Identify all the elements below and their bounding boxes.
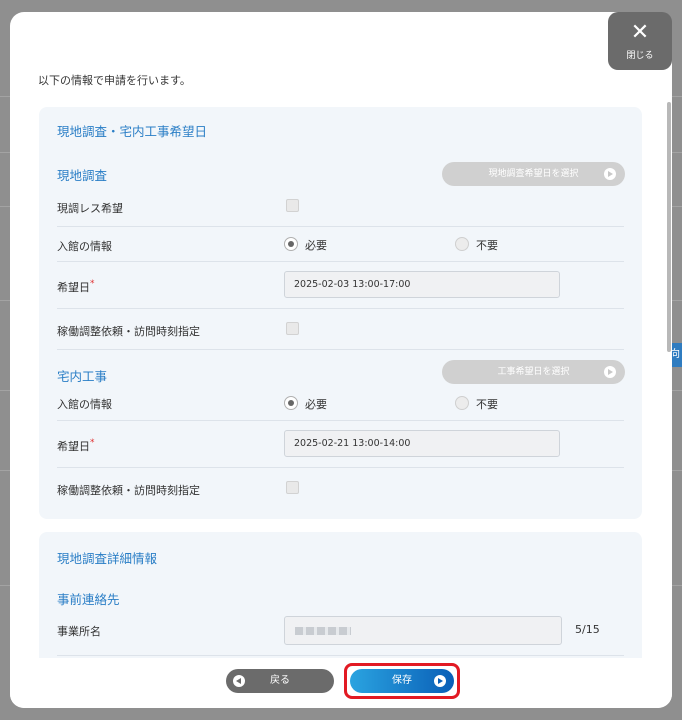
- row-divider: [57, 467, 624, 468]
- select-construction-date-button[interactable]: 工事希望日を選択: [442, 360, 625, 384]
- construction-adjust-checkbox[interactable]: [286, 481, 299, 494]
- intro-text: 以下の情報で申請を行います。: [38, 74, 191, 87]
- survey-title: 現地調査: [57, 168, 108, 183]
- row-divider: [57, 655, 624, 656]
- masked-value: [295, 627, 351, 635]
- required-mark: *: [90, 279, 95, 289]
- scrollbar[interactable]: [667, 102, 671, 352]
- select-survey-date-button[interactable]: 現地調査希望日を選択: [442, 162, 625, 186]
- construction-entry-required-radio[interactable]: [284, 396, 298, 410]
- office-name-field[interactable]: [284, 616, 562, 645]
- survey-date-label-text: 希望日: [57, 281, 90, 294]
- construction-entry-required-label: 必要: [305, 398, 327, 411]
- construction-title: 宅内工事: [57, 369, 108, 384]
- close-icon: ✕: [630, 20, 650, 45]
- construction-date-field[interactable]: 2025-02-21 13:00-14:00: [284, 430, 560, 457]
- survey-adjust-label: 稼働調整依頼・訪問時刻指定: [57, 325, 200, 338]
- construction-date-label-text: 希望日: [57, 440, 90, 453]
- application-modal: 以下の情報で申請を行います。 現地調査・宅内工事希望日 現地調査 現地調査希望日…: [10, 12, 672, 708]
- construction-entry-not-required-radio[interactable]: [455, 396, 469, 410]
- survey-detail-section: 現地調査詳細情報 事前連絡先 事業所名 5/15: [39, 532, 642, 658]
- survey-entry-required-radio[interactable]: [284, 237, 298, 251]
- back-arrow-icon: [233, 675, 245, 687]
- survey-entry-not-required-label: 不要: [476, 239, 498, 252]
- play-icon: [434, 675, 446, 687]
- row-divider: [57, 308, 624, 309]
- select-survey-date-label: 現地調査希望日を選択: [488, 169, 579, 179]
- back-button-label: 戻る: [270, 675, 290, 686]
- schedule-section-title: 現地調査・宅内工事希望日: [57, 124, 208, 139]
- no-survey-label: 現調レス希望: [57, 202, 123, 215]
- construction-date-label: 希望日*: [57, 438, 95, 454]
- office-name-label: 事業所名: [57, 625, 101, 638]
- office-name-counter: 5/15: [575, 623, 600, 636]
- construction-adjust-label: 稼働調整依頼・訪問時刻指定: [57, 484, 200, 497]
- no-survey-checkbox[interactable]: [286, 199, 299, 212]
- save-button-label: 保存: [392, 675, 412, 686]
- required-mark: *: [90, 438, 95, 448]
- play-icon: [604, 366, 616, 378]
- survey-date-field[interactable]: 2025-02-03 13:00-17:00: [284, 271, 560, 298]
- select-construction-date-label: 工事希望日を選択: [497, 367, 570, 377]
- schedule-section: 現地調査・宅内工事希望日 現地調査 現地調査希望日を選択 現調レス希望 入館の情…: [39, 107, 642, 519]
- play-icon: [604, 168, 616, 180]
- row-divider: [57, 349, 624, 350]
- survey-detail-title: 現地調査詳細情報: [57, 551, 158, 566]
- survey-adjust-checkbox[interactable]: [286, 322, 299, 335]
- save-button[interactable]: 保存: [350, 669, 454, 693]
- survey-date-label: 希望日*: [57, 279, 95, 295]
- construction-entry-label: 入館の情報: [57, 398, 112, 411]
- row-divider: [57, 420, 624, 421]
- back-button[interactable]: 戻る: [226, 669, 334, 693]
- modal-footer: 戻る 保存: [10, 658, 672, 708]
- row-divider: [57, 226, 624, 227]
- survey-entry-not-required-radio[interactable]: [455, 237, 469, 251]
- close-button-label: 閉じる: [626, 51, 654, 61]
- modal-scroll-area[interactable]: 現地調査・宅内工事希望日 現地調査 現地調査希望日を選択 現調レス希望 入館の情…: [10, 94, 672, 658]
- construction-entry-not-required-label: 不要: [476, 398, 498, 411]
- survey-entry-label: 入館の情報: [57, 240, 112, 253]
- close-button[interactable]: ✕ 閉じる: [608, 12, 672, 70]
- row-divider: [57, 261, 624, 262]
- contact-title: 事前連絡先: [57, 592, 120, 607]
- survey-entry-required-label: 必要: [305, 239, 327, 252]
